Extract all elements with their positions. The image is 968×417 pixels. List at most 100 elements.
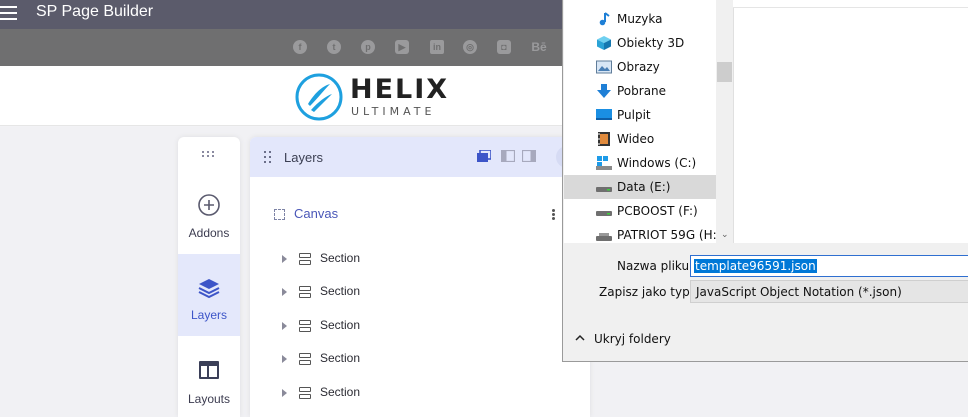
tree-item-label: Muzyka [617, 12, 663, 26]
rail-item-label: Layouts [187, 392, 231, 406]
tree-item-label: Wideo [617, 132, 655, 146]
section-icon [299, 286, 311, 298]
file-name-value: template96591.json [694, 259, 817, 273]
expand-arrow-icon[interactable] [282, 389, 287, 397]
tree-item-label: PATRIOT 59G (H:) [617, 228, 722, 242]
save-as-dialog: Muzyka Obiekty 3D Obrazy Pobrane Pulpit … [562, 0, 968, 362]
drive-icon [596, 211, 612, 216]
drive-icon [596, 187, 612, 192]
section-icon [299, 387, 311, 399]
tree-item-obrazy[interactable]: Obrazy [564, 55, 716, 79]
download-icon [597, 84, 611, 98]
builder-tool-rail: Addons Layers Layouts [178, 137, 240, 417]
layers-panel-header: Layers [250, 137, 590, 177]
helix-ultimate-logo[interactable]: HELIX ULTIMATE [294, 72, 464, 122]
section-icon [299, 253, 311, 265]
youtube-icon[interactable]: ▶ [395, 40, 409, 54]
tree-item-patriot-h[interactable]: PATRIOT 59G (H:) [564, 223, 721, 247]
app-title: SP Page Builder [36, 3, 154, 20]
expand-arrow-icon[interactable] [282, 288, 287, 296]
expand-arrow-icon[interactable] [282, 322, 287, 330]
chevron-up-icon [575, 334, 585, 341]
image-icon [596, 60, 612, 74]
hamburger-menu-icon[interactable] [0, 6, 18, 22]
usb-drive-icon [596, 233, 612, 241]
tree-item-muzyka[interactable]: Muzyka [564, 7, 716, 31]
file-name-input[interactable]: template96591.json [690, 255, 968, 277]
section-label: Section [320, 318, 361, 332]
hide-folders-label: Ukryj foldery [594, 332, 671, 346]
hide-folders-toggle[interactable]: Ukryj foldery [575, 331, 695, 349]
expand-arrow-icon[interactable] [282, 355, 287, 363]
file-type-label: Zapisz jako typ: [599, 285, 694, 299]
twitter-icon[interactable]: t [327, 40, 341, 54]
instagram-icon[interactable]: ◘ [497, 40, 511, 54]
layers-icon [198, 279, 220, 299]
file-type-value: JavaScript Object Notation (*.json) [696, 285, 902, 299]
tree-item-label: Obiekty 3D [617, 36, 685, 50]
tree-item-windows-c[interactable]: Windows (C:) [564, 151, 716, 175]
tree-item-label: Pulpit [617, 108, 651, 122]
tree-item-pcboost-f[interactable]: PCBOOST (F:) [564, 199, 716, 223]
layer-section-row[interactable]: Section [280, 250, 570, 270]
facebook-icon[interactable]: f [293, 40, 307, 54]
scroll-down-arrow-icon[interactable]: ⌄ [721, 230, 729, 240]
scrollbar-thumb[interactable] [717, 62, 732, 82]
folder-tree-scrollbar[interactable]: ⌄ [716, 0, 733, 243]
tree-item-data-e[interactable]: Data (E:) [564, 175, 716, 199]
windows-drive-icon [596, 156, 612, 170]
section-icon [299, 353, 311, 365]
file-list-header [733, 0, 968, 8]
helix-logo-icon [295, 73, 343, 121]
section-label: Section [320, 251, 361, 265]
rail-item-layouts[interactable]: Layouts [178, 337, 240, 417]
logo-subtitle: ULTIMATE [351, 105, 436, 118]
plus-circle-icon [198, 194, 220, 216]
tree-item-wideo[interactable]: Wideo [564, 127, 716, 151]
layout-icon [199, 361, 219, 379]
video-icon [598, 132, 610, 146]
tree-item-pulpit[interactable]: Pulpit [564, 103, 716, 127]
layer-section-row[interactable]: Section [280, 283, 570, 303]
music-icon [599, 12, 610, 26]
rail-item-label: Layers [190, 308, 228, 322]
pinterest-icon[interactable]: p [361, 40, 375, 54]
tree-item-label: Pobrane [617, 84, 667, 98]
layer-section-row[interactable]: Section [280, 317, 570, 337]
linkedin-icon[interactable]: in [430, 40, 444, 54]
canvas-node[interactable]: Canvas [272, 205, 572, 225]
expand-arrow-icon[interactable] [282, 255, 287, 263]
section-label: Section [320, 284, 361, 298]
tree-item-label: PCBOOST (F:) [617, 204, 698, 218]
layer-section-row[interactable]: Section [280, 350, 570, 370]
rail-item-label: Addons [188, 226, 230, 240]
more-options-icon[interactable] [552, 209, 555, 221]
tree-item-obiekty-3d[interactable]: Obiekty 3D [564, 31, 716, 55]
dock-right-icon[interactable] [522, 150, 536, 162]
logo-wordmark: HELIX [350, 74, 450, 105]
section-icon [299, 320, 311, 332]
canvas-label: Canvas [294, 206, 339, 221]
tree-item-pobrane[interactable]: Pobrane [564, 79, 716, 103]
file-list-pane[interactable] [733, 0, 968, 243]
drag-handle-icon[interactable] [202, 151, 216, 159]
section-label: Section [320, 351, 361, 365]
file-type-select[interactable]: JavaScript Object Notation (*.json) [690, 280, 968, 303]
desktop-icon [596, 109, 612, 120]
folder-tree: Muzyka Obiekty 3D Obrazy Pobrane Pulpit … [564, 0, 733, 243]
drag-handle-icon[interactable] [264, 151, 272, 163]
tree-item-label: Windows (C:) [617, 156, 697, 170]
file-name-label: Nazwa pliku: [617, 259, 694, 273]
layers-panel-title: Layers [284, 150, 324, 165]
layers-panel: Layers Canvas Section Section Section Se… [250, 137, 590, 417]
layer-section-row[interactable]: Section [280, 384, 570, 404]
tree-item-label: Data (E:) [617, 180, 671, 194]
cube-icon [597, 36, 611, 50]
behance-icon[interactable]: Bē [530, 40, 548, 54]
section-label: Section [320, 385, 361, 399]
float-panel-icon[interactable] [477, 150, 491, 162]
rail-item-addons[interactable]: Addons [178, 172, 240, 254]
rail-item-layers[interactable]: Layers [178, 254, 240, 336]
dribbble-icon[interactable]: ◎ [463, 40, 477, 54]
dock-left-icon[interactable] [501, 150, 515, 162]
